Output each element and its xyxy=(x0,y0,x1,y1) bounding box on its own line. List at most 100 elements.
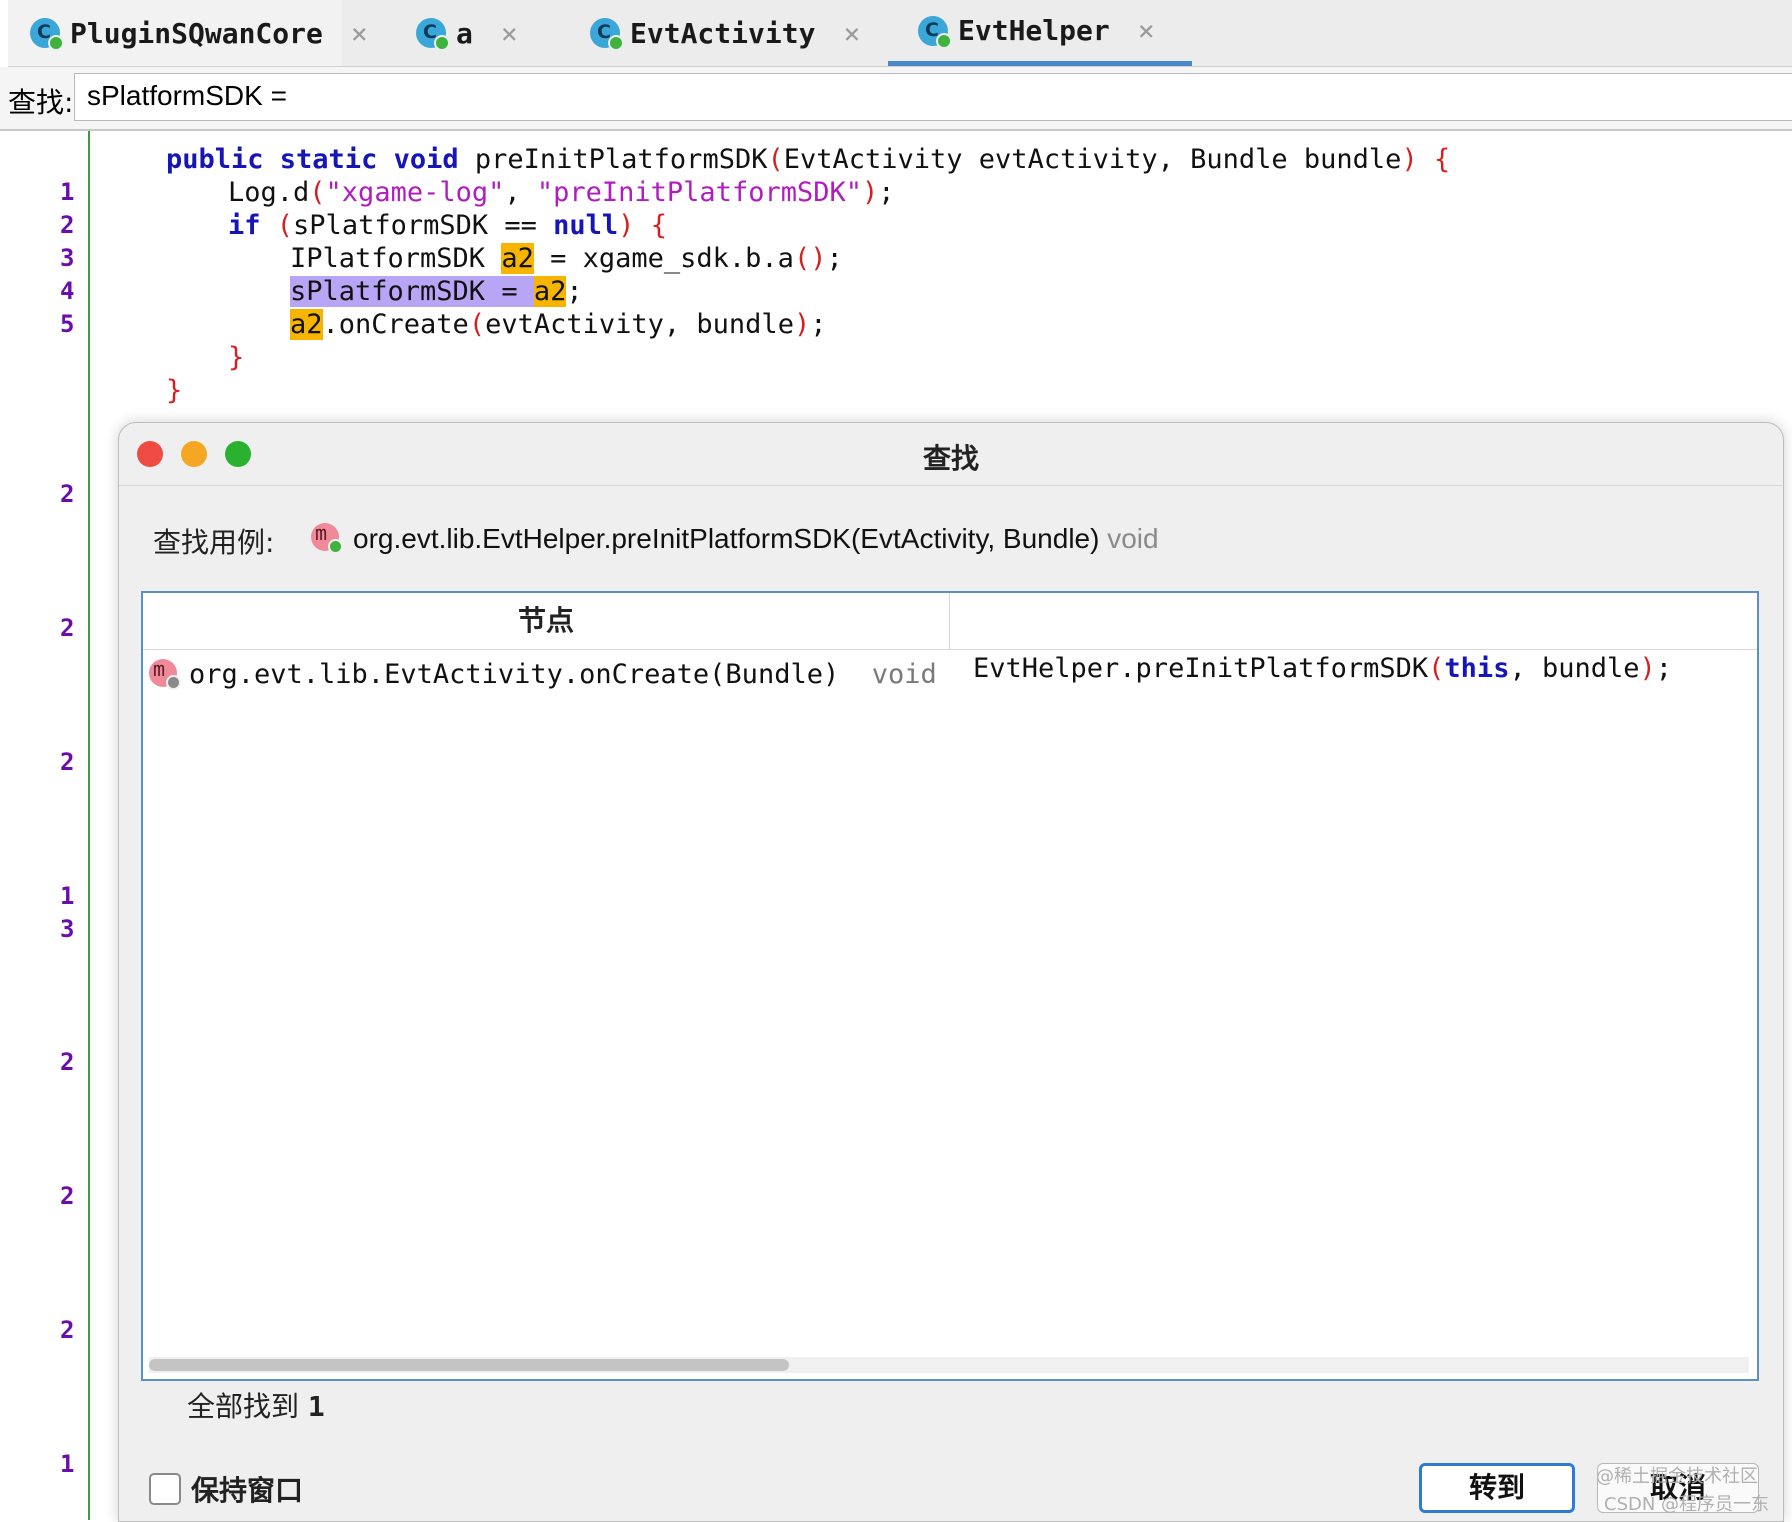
code-token: .onCreate xyxy=(322,309,469,340)
keep-window-option[interactable]: 保持窗口 xyxy=(149,1469,303,1509)
code-token: ( xyxy=(1428,653,1445,684)
code-token: sPlatformSDK == xyxy=(293,210,554,241)
line-number: 1 xyxy=(60,1450,75,1478)
found-label: 全部找到 xyxy=(187,1390,300,1423)
method-icon xyxy=(311,521,343,554)
code-token: ) xyxy=(1401,144,1418,175)
code-token: , bundle xyxy=(1509,653,1640,684)
class-file-icon xyxy=(918,15,952,49)
usage-code-snippet[interactable]: EvtHelper.preInitPlatformSDK(this, bundl… xyxy=(973,653,1672,684)
code-token: this xyxy=(1444,653,1510,684)
code-token: = xgame_sdk.b.a xyxy=(533,243,794,274)
code-token: ; xyxy=(1655,653,1673,684)
close-icon[interactable]: × xyxy=(1138,14,1155,47)
gutter-divider xyxy=(88,131,90,1520)
usage-signature: org.evt.lib.EvtHelper.preInitPlatformSDK… xyxy=(353,523,1159,555)
close-icon[interactable]: × xyxy=(501,17,518,50)
code-token: EvtActivity evtActivity, Bundle bundle xyxy=(783,144,1402,175)
line-number: 2 xyxy=(60,1182,75,1210)
tab-a[interactable]: a × xyxy=(416,0,518,66)
usages-table: 节点 org.evt.lib.EvtActivity.onCreate(Bund… xyxy=(141,591,1759,1381)
found-count: 1 xyxy=(307,1390,325,1423)
line-number: 2 xyxy=(60,480,75,508)
line-number: 2 xyxy=(60,748,75,776)
tab-plugin-sqwan-core[interactable]: PluginSQwanCore × xyxy=(8,0,368,66)
dialog-title: 查找 xyxy=(922,442,979,475)
signature-text: org.evt.lib.EvtHelper.preInitPlatformSDK… xyxy=(353,523,1100,554)
code-token: IPlatformSDK xyxy=(290,243,502,274)
class-file-icon xyxy=(590,18,624,51)
code-token: ( xyxy=(309,177,326,208)
code-line: sPlatformSDK = a2; xyxy=(290,275,583,308)
code-token: ; xyxy=(878,177,895,208)
code-token: ; xyxy=(826,243,843,274)
find-bar: 查找: sPlatformSDK = xyxy=(0,67,1792,131)
dialog-title-bar[interactable]: 查找 xyxy=(119,423,1783,486)
horizontal-scrollbar[interactable] xyxy=(149,1357,1749,1373)
column-header-code[interactable] xyxy=(950,593,1757,650)
editor-tab-bar: PluginSQwanCore × a × EvtActivity × EvtH… xyxy=(8,0,1792,67)
code-token: public static void xyxy=(166,144,459,175)
scrollbar-thumb[interactable] xyxy=(149,1359,789,1371)
find-label: 查找: xyxy=(8,86,74,119)
code-token: ) xyxy=(1639,653,1656,684)
code-token: } xyxy=(228,342,245,373)
code-token: ) xyxy=(793,309,811,340)
goto-button[interactable]: 转到 xyxy=(1419,1463,1575,1513)
code-token: ) xyxy=(861,177,879,208)
class-file-icon xyxy=(30,18,64,51)
line-number: 2 xyxy=(60,1048,75,1076)
keep-window-label: 保持窗口 xyxy=(191,1474,304,1507)
line-number: 1 xyxy=(60,882,75,910)
find-input[interactable]: sPlatformSDK = xyxy=(74,73,1792,121)
tab-label: EvtHelper xyxy=(958,14,1110,47)
keep-window-checkbox[interactable] xyxy=(149,1473,181,1505)
tab-label: PluginSQwanCore xyxy=(70,16,323,50)
close-icon[interactable]: × xyxy=(351,17,368,50)
code-token: { xyxy=(634,210,667,241)
code-token: } xyxy=(166,375,183,406)
code-token: "xgame-log" xyxy=(325,177,505,208)
code-token: EvtHelper.preInitPlatformSDK xyxy=(973,653,1429,684)
code-token: if xyxy=(228,210,261,241)
line-number: 1 xyxy=(60,178,75,206)
line-number: 5 xyxy=(60,310,75,338)
code-token: null xyxy=(553,210,619,241)
code-line: public static void preInitPlatformSDK(Ev… xyxy=(166,143,1450,176)
line-number: 3 xyxy=(60,915,75,943)
line-number-gutter xyxy=(8,131,88,1520)
method-icon xyxy=(149,657,181,690)
found-summary: 全部找到 1 xyxy=(187,1385,325,1425)
node-text: org.evt.lib.EvtActivity.onCreate(Bundle) xyxy=(189,659,840,690)
line-number: 2 xyxy=(60,1316,75,1344)
line-number: 4 xyxy=(60,277,75,305)
code-line: } xyxy=(228,341,244,374)
tab-evt-activity[interactable]: EvtActivity × xyxy=(590,0,860,66)
line-number: 3 xyxy=(60,244,75,272)
code-token: ; xyxy=(810,309,827,340)
code-line: Log.d("xgame-log", "preInitPlatformSDK")… xyxy=(228,176,895,209)
return-type: void xyxy=(1107,523,1159,554)
highlighted-variable: a2 xyxy=(290,309,323,340)
code-token: ( xyxy=(468,309,486,340)
usage-label: 查找用例: xyxy=(153,526,275,559)
line-number: 2 xyxy=(60,211,75,239)
code-token: { xyxy=(1417,144,1451,175)
highlighted-variable: a2 xyxy=(533,276,567,307)
tab-evt-helper[interactable]: EvtHelper × xyxy=(888,0,1192,66)
column-header-node[interactable]: 节点 xyxy=(143,593,950,650)
code-token: preInitPlatformSDK xyxy=(458,144,768,175)
code-token: evtActivity, bundle xyxy=(485,309,794,340)
code-token: Log.d xyxy=(228,177,310,208)
watermark-text: CSDN @程序员一东 xyxy=(1604,1494,1770,1515)
class-file-icon xyxy=(416,18,450,51)
tab-label: a xyxy=(456,16,473,50)
table-row[interactable]: org.evt.lib.EvtActivity.onCreate(Bundle)… xyxy=(189,659,937,690)
close-icon[interactable]: × xyxy=(843,17,860,50)
highlighted-variable: a2 xyxy=(501,243,534,274)
code-token: "preInitPlatformSDK" xyxy=(536,177,862,208)
watermark-text: @稀土掘金技术社区 xyxy=(1596,1466,1758,1487)
return-type: void xyxy=(871,659,937,690)
code-token: , xyxy=(504,177,537,208)
